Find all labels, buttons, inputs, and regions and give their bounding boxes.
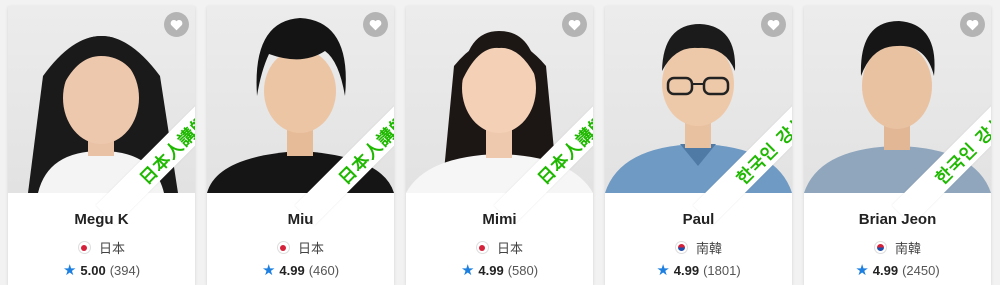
korea-flag-icon [674,241,688,254]
heart-icon [767,19,780,30]
country-label: 南韓 [894,242,921,257]
heart-icon [170,19,183,30]
country-label: 日本 [98,242,125,257]
japan-flag-icon [475,241,489,254]
tutor-country: 南韓 [804,238,991,257]
star-icon: ★ [261,261,276,279]
tutor-rating: ★ 4.99 (1801) [605,261,792,279]
review-count: (394) [109,263,141,278]
rating-score: 4.99 [478,263,504,278]
rating-score: 4.99 [872,263,899,278]
star-icon: ★ [855,261,869,279]
tutor-country: 日本 [207,238,394,257]
tutor-name[interactable]: Miu [207,211,394,228]
tutor-card[interactable]: 日本人講師 Miu 日本 ★ 4.99 (460) [207,6,394,285]
country-label: 日本 [297,242,324,257]
tutor-card[interactable]: 日本人講師 Megu K 日本 ★ 5.00 (394) [8,6,195,285]
favorite-button[interactable] [761,12,786,37]
rating-score: 4.99 [673,263,700,278]
tutor-card-list: 日本人講師 Megu K 日本 ★ 5.00 (394) 日本人講師 Miu 日… [0,0,1000,285]
heart-icon [369,19,382,30]
favorite-button[interactable] [960,12,985,37]
tutor-name[interactable]: Brian Jeon [804,211,991,228]
tutor-country: 日本 [8,238,195,257]
tutor-card[interactable]: 한국인 강사 Paul 南韓 ★ 4.99 (1801) [605,6,792,285]
review-count: (460) [308,263,340,278]
korea-flag-icon [873,241,887,254]
heart-icon [568,19,581,30]
tutor-rating: ★ 4.99 (580) [406,261,593,279]
tutor-name[interactable]: Paul [605,211,792,228]
rating-score: 5.00 [80,263,106,278]
review-count: (2450) [902,263,940,278]
tutor-rating: ★ 4.99 (460) [207,261,394,279]
tutor-name[interactable]: Megu K [8,211,195,228]
country-label: 南韓 [695,242,722,257]
favorite-button[interactable] [164,12,189,37]
favorite-button[interactable] [562,12,587,37]
country-label: 日本 [496,242,523,257]
tutor-card[interactable]: 한국인 강사 Brian Jeon 南韓 ★ 4.99 (2450) [804,6,991,285]
japan-flag-icon [77,241,91,254]
favorite-button[interactable] [363,12,388,37]
star-icon: ★ [460,261,475,279]
tutor-country: 南韓 [605,238,792,257]
star-icon: ★ [62,261,77,279]
tutor-rating: ★ 5.00 (394) [8,261,195,279]
heart-icon [966,19,979,30]
tutor-country: 日本 [406,238,593,257]
rating-score: 4.99 [279,263,305,278]
japan-flag-icon [276,241,290,254]
star-icon: ★ [656,261,670,279]
tutor-name[interactable]: Mimi [406,211,593,228]
review-count: (580) [507,263,539,278]
tutor-card[interactable]: 日本人講師 Mimi 日本 ★ 4.99 (580) [406,6,593,285]
tutor-rating: ★ 4.99 (2450) [804,261,991,279]
review-count: (1801) [703,263,741,278]
